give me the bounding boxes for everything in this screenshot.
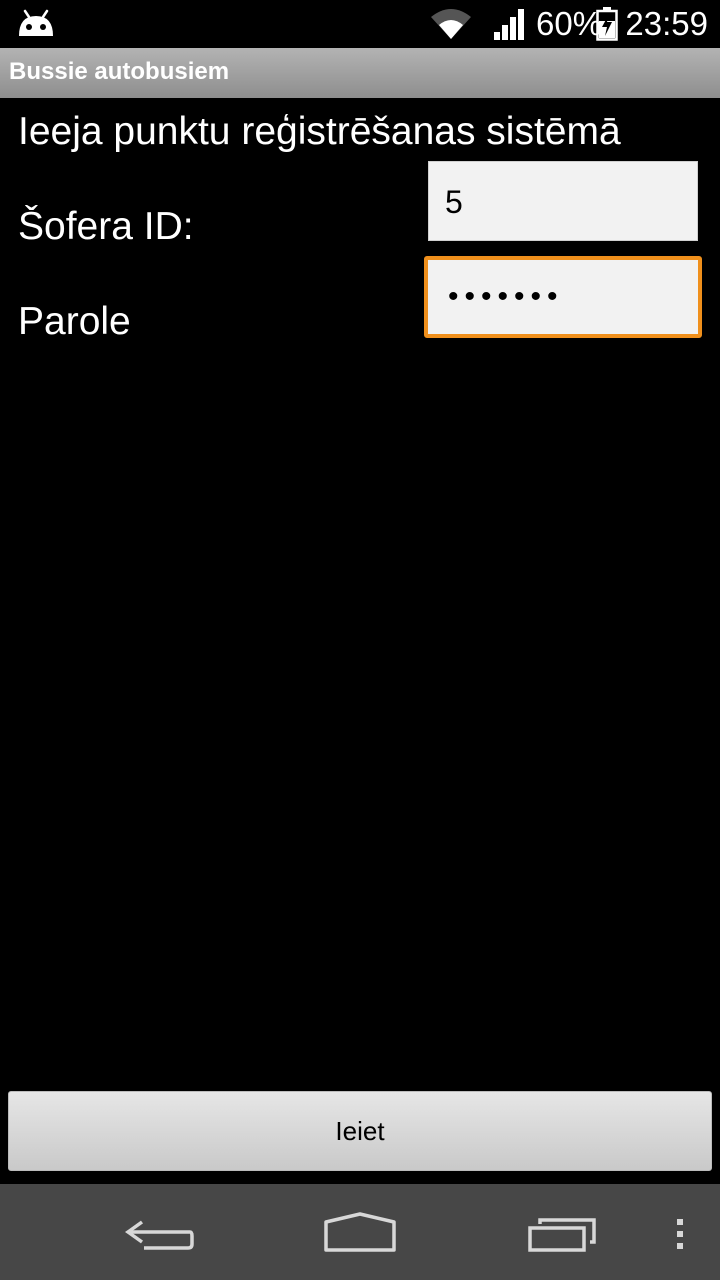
signal-icon <box>494 9 524 40</box>
driver-id-label: Šofera ID: <box>18 205 194 248</box>
app-title: Bussie autobusiem <box>9 58 230 85</box>
password-label: Parole <box>18 300 131 343</box>
driver-id-input[interactable]: 5 <box>428 161 698 241</box>
battery-percent: 60% <box>536 5 603 42</box>
app-title-bar: Bussie autobusiem <box>0 48 720 98</box>
back-icon[interactable] <box>120 1184 200 1280</box>
page-heading: Ieeja punktu reģistrēšanas sistēmā <box>18 110 621 153</box>
system-nav-bar <box>0 1184 720 1280</box>
menu-icon[interactable] <box>666 1184 694 1280</box>
recents-icon[interactable] <box>522 1184 602 1280</box>
home-icon[interactable] <box>318 1184 402 1280</box>
android-icon <box>19 9 53 36</box>
status-bar: 60% 23:59 <box>0 0 720 48</box>
wifi-icon <box>431 9 471 39</box>
login-button[interactable]: Ieiet <box>8 1091 712 1171</box>
clock: 23:59 <box>625 5 708 42</box>
password-input[interactable]: ••••••• <box>424 256 702 338</box>
battery-charging-icon <box>596 7 618 41</box>
